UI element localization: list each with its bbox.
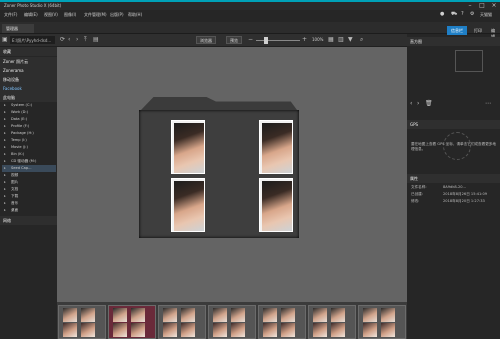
sidebar-item-drive[interactable]: ▸ Data (E:) [2,116,56,123]
more-icon[interactable]: ⋯ [485,100,491,107]
filmstrip-thumbnail[interactable] [58,305,106,339]
right-info-panel: 信息栏 打印 编辑 直方图 ‹ › 🗑 ⋯ GPS 要在地图上查看 GPS 坐标… [407,26,500,339]
sidebar-item-folder[interactable]: ▸ 桌面 [2,207,56,214]
window-title: Zoner Photo Studio X (64bit) [4,3,62,8]
filmstrip [57,302,407,339]
path-field[interactable]: E:\照片\Pyyhd-dsd... [10,36,55,44]
menu-image[interactable]: 图像(I) [64,12,76,18]
filmstrip-thumbnail[interactable] [108,305,156,339]
maximize-button[interactable]: □ [476,2,488,10]
sidebar-section-zonerama[interactable]: Zonerama [0,66,57,75]
property-label: 修改: [411,199,420,203]
histogram-area [455,50,483,72]
sidebar-item-folder[interactable]: ▸ 图片 [2,179,56,186]
filmstrip-thumbnail[interactable] [158,305,206,339]
property-value: 2018年8月20日 1:27:33 [443,199,485,203]
sidebar-item-drive[interactable]: ▸ System (C:) [2,102,56,109]
title-bar: Zoner Photo Studio X (64bit) – □ × [0,0,500,10]
properties-header[interactable]: 属性 [407,174,500,183]
menu-help[interactable]: 帮助(H) [128,12,142,18]
menu-publish[interactable]: 出版(P) [110,12,124,18]
user-name[interactable]: 天猫猫 [480,12,492,18]
menu-edit[interactable]: 编辑(E) [24,12,38,18]
sidebar-item-drive[interactable]: ▸ CD 驱动器 (M:) [2,158,56,165]
zoom-level: 100% [312,37,324,42]
sidebar-item-drive[interactable]: ▸ Temp (I:) [2,137,56,144]
folder-icon[interactable]: ▣ [2,36,8,43]
sidebar-item-drive[interactable]: ▸ Bin (K:) [2,151,56,158]
sidebar-section-this-pc[interactable]: 此电脑 [0,93,57,102]
folder-photo-thumbnail[interactable] [259,120,293,174]
new-folder-icon[interactable]: ▤ [93,36,99,43]
up-folder-icon[interactable]: ⤒ [84,36,87,44]
sidebar-section-zoner-cloud[interactable]: Zoner 照片云 [0,57,57,66]
menu-file[interactable]: 文件(F) [4,12,17,18]
sidebar-section-mobile[interactable]: 移动设备 [0,75,57,84]
settings-icon[interactable]: ⚙ [470,11,474,17]
sidebar-item-folder[interactable]: ▸ 文档 [2,186,56,193]
close-button[interactable]: × [488,2,500,10]
sidebar-section-favorites[interactable]: 收藏 [0,47,57,56]
zoom-out-icon[interactable]: − [248,36,253,43]
filmstrip-thumbnail[interactable] [208,305,256,339]
sidebar-item-folder[interactable]: ▸ 视频 [2,172,56,179]
filmstrip-thumbnail[interactable] [358,305,406,339]
property-value: 8A9dk8-20... [443,185,466,189]
sidebar-item-drive[interactable]: ▸ Movie (J:) [2,144,56,151]
tab-print[interactable]: 打印 [470,26,486,35]
forward-icon[interactable]: › [76,36,78,43]
sidebar-section-network[interactable]: 网络 [0,216,57,225]
minimize-button[interactable]: – [464,2,476,10]
property-label: 已创建: [411,192,423,196]
histogram-header[interactable]: 直方图 [407,37,500,46]
tab-manager[interactable]: 管理器 [2,24,34,33]
sidebar-item-drive[interactable]: ▸ Profile (F:) [2,123,56,130]
module-tabs: 管理器 [0,22,500,34]
cart-icon[interactable]: ⛟ [451,11,457,18]
user-icon[interactable]: ● [440,11,444,17]
details-view-icon[interactable]: ▥ [338,36,344,43]
tab-info[interactable]: 信息栏 [447,26,467,35]
folder-photo-thumbnail[interactable] [259,178,293,232]
property-label: 文件名称: [411,185,427,189]
sidebar-item-drive[interactable]: ▸ Work (D:) [2,109,56,116]
help-icon[interactable]: ? [461,11,464,17]
zoom-slider[interactable] [256,40,300,41]
browser-button[interactable]: 浏览器 [196,36,216,44]
menu-view[interactable]: 视图(V) [44,12,58,18]
rotate-left-icon[interactable]: ‹ [410,100,412,107]
rotate-right-icon[interactable]: › [417,100,419,107]
sidebar-item-folder[interactable]: ▸ 下载 [2,193,56,200]
gps-header[interactable]: GPS [407,120,500,129]
filmstrip-thumbnail[interactable] [258,305,306,339]
folder-photo-thumbnail[interactable] [171,178,205,232]
menu-bar: 文件(F) 编辑(E) 视图(V) 图像(I) 文件管理(M) 出版(P) 帮助… [0,10,500,22]
sidebar-item-folder[interactable]: ▸ 音乐 [2,200,56,207]
refresh-icon[interactable]: ⟳ [60,36,65,43]
filmstrip-thumbnail[interactable] [308,305,356,339]
folder-photo-thumbnail[interactable] [171,120,205,174]
sidebar-item-drive[interactable]: ▸ Package (H:) [2,130,56,137]
search-icon[interactable]: ⌕ [360,36,363,44]
grid-view-icon[interactable]: ▦ [328,36,334,43]
filter-icon[interactable]: ▼ [348,36,353,43]
sidebar-item-drive-selected[interactable]: ▸ Seed Cap... [2,165,56,172]
folder-preview[interactable] [139,110,299,238]
property-value: 2018年8月26日 15:41:09 [443,192,488,196]
zoom-slider-knob[interactable] [264,37,268,44]
tab-edit[interactable]: 编辑 [487,26,500,39]
sidebar-section-facebook[interactable]: Facebook [0,84,57,93]
navigator-sidebar: 收藏 Zoner 照片云 Zonerama 移动设备 Facebook 此电脑 … [0,47,57,339]
back-icon[interactable]: ‹ [68,36,70,43]
preview-button[interactable]: 预览 [226,36,242,44]
delete-icon[interactable]: 🗑 [425,100,433,107]
gps-hint-text: 要在地图上查看 GPS 坐标，请单击它们或查看更多地理信息。 [411,142,496,151]
zoom-in-icon[interactable]: + [302,36,307,43]
menu-manage[interactable]: 文件管理(M) [84,12,107,18]
